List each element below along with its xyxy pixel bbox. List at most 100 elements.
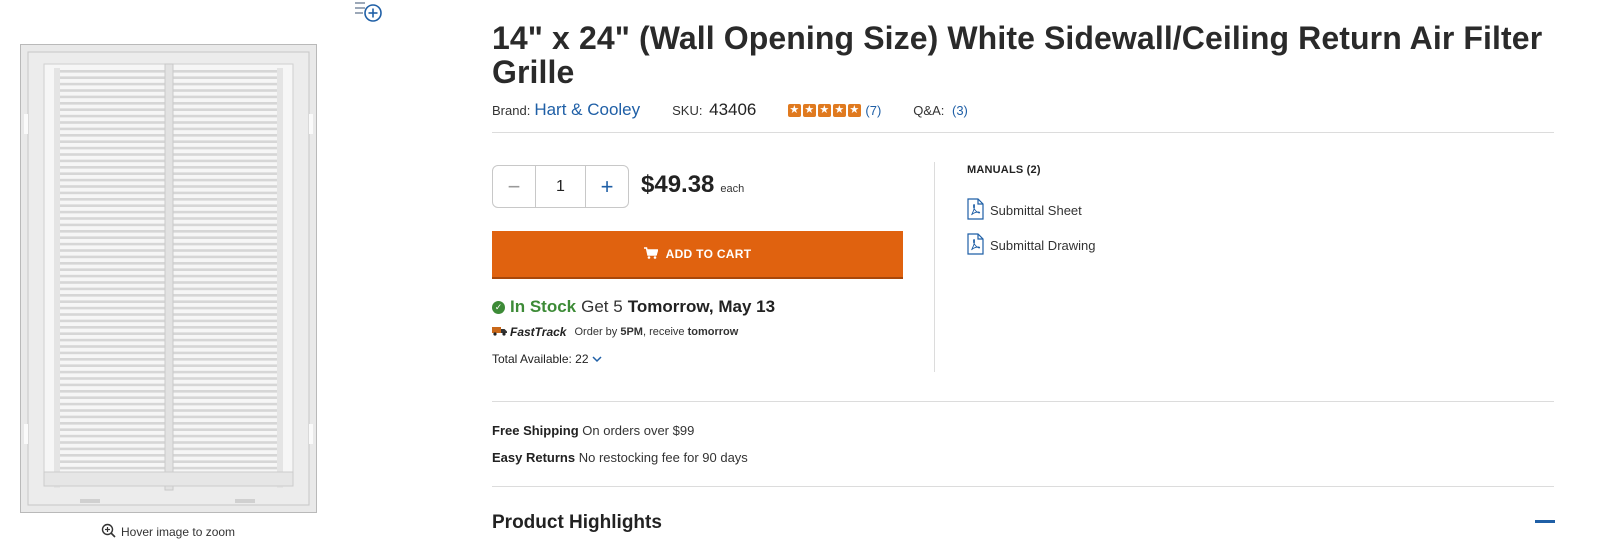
grille-louver <box>173 178 277 182</box>
qa-label: Q&A: <box>913 103 945 118</box>
grille-louver <box>173 191 277 195</box>
star-icon <box>803 102 817 118</box>
grille-louver <box>60 383 165 387</box>
grille-louver <box>60 460 165 463</box>
pdf-icon <box>967 198 984 223</box>
grille-louver <box>60 345 165 348</box>
total-available-toggle[interactable]: Total Available: 22 <box>492 352 602 366</box>
delivery-date: Tomorrow, May 13 <box>627 297 776 316</box>
in-stock-label: In Stock <box>510 297 577 316</box>
grille-louver <box>60 191 165 195</box>
grille-louver <box>60 140 165 143</box>
grille-louver <box>173 255 277 259</box>
manual-link-submittal-drawing[interactable]: Submittal Drawing <box>967 233 1096 258</box>
grille-louver <box>60 396 165 399</box>
grille-louver <box>60 108 165 111</box>
grille-louver <box>60 185 165 188</box>
free-shipping-label: Free Shipping <box>492 423 579 438</box>
product-image[interactable] <box>20 44 317 513</box>
grille-louver <box>173 262 277 265</box>
grille-louver <box>60 114 165 118</box>
grille-louver <box>60 326 165 329</box>
quantity-decrease-button[interactable]: − <box>493 166 535 207</box>
fasttrack-logo: FastTrack <box>510 325 567 339</box>
grille-louver <box>60 166 165 169</box>
add-to-cart-button[interactable]: ADD TO CART <box>492 231 903 279</box>
product-title: 14" x 24" (Wall Opening Size) White Side… <box>492 20 1543 90</box>
grille-louver <box>173 70 277 73</box>
grille-louver <box>60 358 165 361</box>
grille-louver <box>173 95 277 99</box>
grille-louver <box>173 281 277 284</box>
grille-louver <box>173 326 277 329</box>
grille-louver <box>173 428 277 431</box>
qa-count-link[interactable]: (3) <box>952 103 968 118</box>
star-icon <box>848 102 862 118</box>
grille-louver <box>173 210 277 214</box>
brand-label: Brand: <box>492 103 531 118</box>
grille-louver <box>60 441 165 444</box>
grille-louver <box>173 396 277 399</box>
grille-louver <box>173 82 277 86</box>
fasttrack-truck-icon <box>492 325 508 339</box>
grille-louver <box>60 121 165 124</box>
grille-louver <box>60 274 165 278</box>
grille-louver <box>173 223 277 227</box>
grille-louver <box>173 390 277 393</box>
price-unit: each <box>720 183 745 195</box>
grille-louver <box>173 274 277 278</box>
grille-louver <box>173 351 277 355</box>
free-shipping-text: On orders over $99 <box>582 423 695 438</box>
zoom-hint: Hover image to zoom <box>101 523 235 541</box>
price-value: $49.38 <box>641 171 715 198</box>
add-to-list-icon[interactable] <box>352 0 384 24</box>
grille-louver <box>173 306 277 310</box>
grille-louver <box>60 178 165 182</box>
quantity-input[interactable] <box>535 166 586 207</box>
grille-louver <box>60 159 165 163</box>
grille-louver <box>173 76 277 79</box>
collapse-minus-icon[interactable] <box>1535 520 1555 523</box>
review-count-link[interactable]: (7) <box>865 103 881 118</box>
grille-louver <box>173 102 277 105</box>
manual-label: Submittal Sheet <box>990 203 1082 218</box>
price-block: $49.38 each <box>641 171 744 199</box>
brand-link[interactable]: Hart & Cooley <box>534 100 640 120</box>
grille-louver <box>173 230 277 233</box>
grille-louver <box>60 223 165 227</box>
fasttrack-text-2: , receive <box>642 326 685 338</box>
grille-louver <box>60 447 165 451</box>
check-circle-icon <box>492 300 505 314</box>
grille-louver <box>173 121 277 124</box>
grille-louver <box>173 345 277 348</box>
grille-louver <box>60 249 165 252</box>
grille-louver <box>60 300 165 303</box>
grille-louver <box>60 268 165 271</box>
grille-louver <box>60 422 165 425</box>
grille-louver <box>173 166 277 169</box>
grille-louver <box>173 402 277 406</box>
grille-louver <box>173 185 277 188</box>
grille-louver <box>173 89 277 92</box>
fasttrack-when: tomorrow <box>687 326 739 338</box>
rating-stars[interactable] <box>788 102 862 118</box>
product-meta-row: Brand: Hart & Cooley SKU: 43406 (7) Q&A:… <box>492 100 968 120</box>
grille-louver <box>173 422 277 425</box>
fasttrack-text: Order by <box>574 326 618 338</box>
chevron-down-icon <box>591 352 602 366</box>
grille-louver <box>60 287 165 291</box>
grille-louver <box>60 434 165 438</box>
grille-louver <box>173 134 277 137</box>
grille-louver <box>173 370 277 374</box>
quantity-increase-button[interactable]: + <box>586 166 628 207</box>
product-highlights-heading[interactable]: Product Highlights <box>492 512 662 534</box>
star-icon <box>788 102 802 118</box>
manual-label: Submittal Drawing <box>990 238 1096 253</box>
manual-link-submittal-sheet[interactable]: Submittal Sheet <box>967 198 1096 223</box>
grille-louver <box>60 306 165 310</box>
grille-louver <box>173 447 277 451</box>
grille-louver <box>173 236 277 239</box>
manuals-section: MANUALS (2) Submittal Sheet Submittal Dr… <box>967 164 1096 258</box>
zoom-icon <box>101 523 116 541</box>
grille-louver <box>60 294 165 297</box>
